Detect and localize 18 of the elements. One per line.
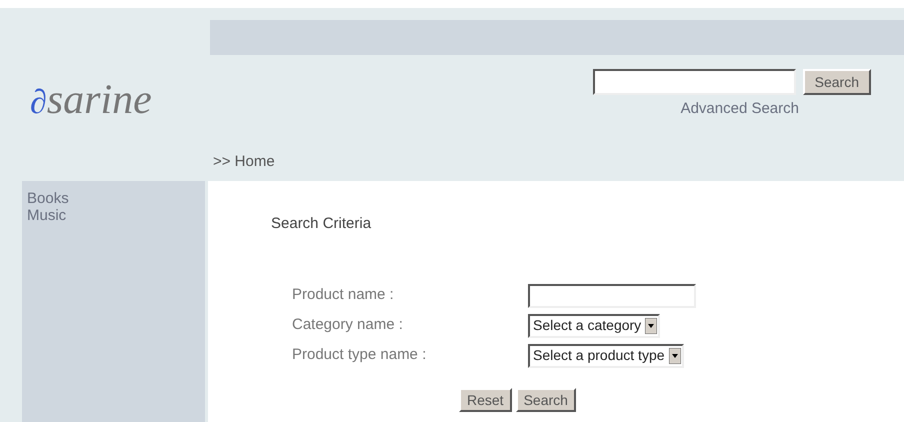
search-button[interactable]: Search <box>802 69 871 95</box>
field-label: Category name : <box>292 315 404 336</box>
field-label: Product type name : <box>292 345 428 366</box>
category-link[interactable]: Books <box>27 190 69 207</box>
search-field[interactable] <box>592 69 796 95</box>
advanced-search-link[interactable]: Advanced Search <box>680 98 799 120</box>
dropdown[interactable]: Select a product type <box>528 344 684 368</box>
category-link[interactable]: Music <box>27 207 66 224</box>
field-label: Product name : <box>292 285 395 306</box>
dropdown-arrow-icon[interactable] <box>668 348 681 364</box>
dropdown-arrow-icon[interactable] <box>645 318 658 334</box>
site-logo[interactable]: ∂sarine <box>30 79 152 121</box>
reset-button[interactable]: Reset <box>459 388 512 412</box>
breadcrumb[interactable]: >> Home <box>213 150 275 173</box>
product-name-field[interactable] <box>528 284 696 308</box>
section-title: Search Criteria <box>271 214 372 234</box>
search-button[interactable]: Search <box>516 388 576 412</box>
dropdown[interactable]: Select a category <box>528 314 660 338</box>
